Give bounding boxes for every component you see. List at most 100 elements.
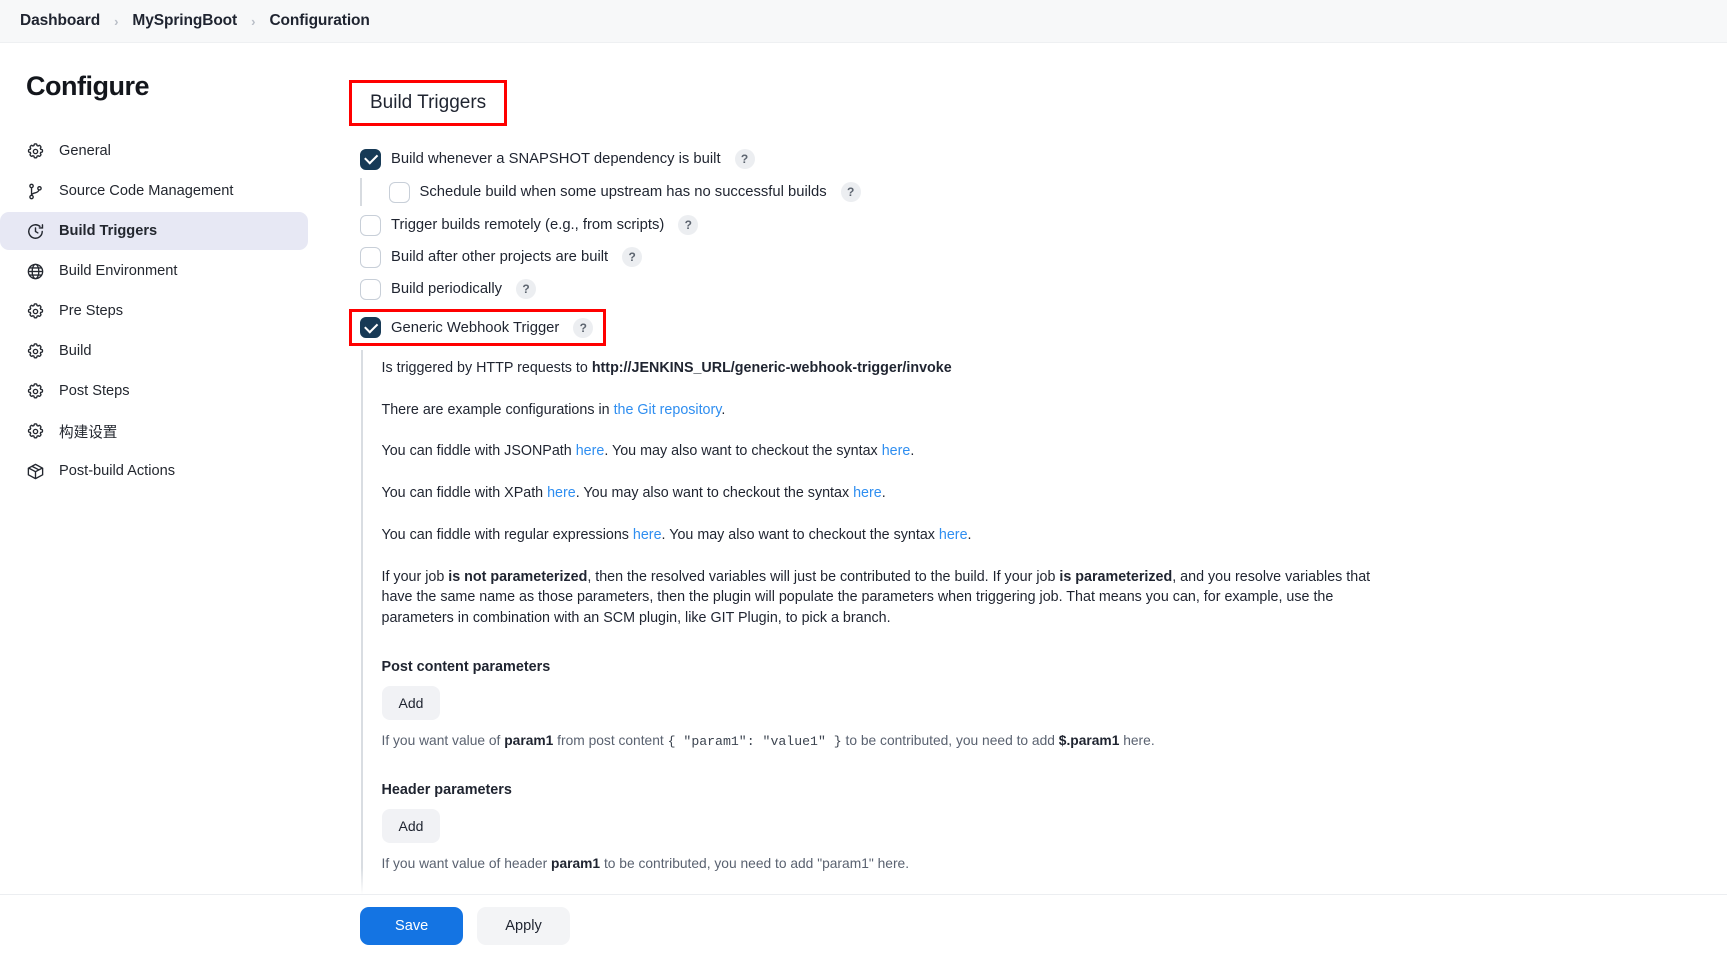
branch-icon xyxy=(26,182,45,201)
trigger-label: Schedule build when some upstream has no… xyxy=(419,184,827,200)
breadcrumb-separator-icon: › xyxy=(114,13,119,29)
section-title-annotation: Build Triggers xyxy=(348,80,508,126)
hint-text-1: If you want value of header xyxy=(381,855,552,871)
sidebar-item-label: Post Steps xyxy=(59,383,130,399)
xpath-fiddle-link[interactable]: here xyxy=(547,485,576,501)
main-content: Build Triggers Build whenever a SNAPSHOT… xyxy=(340,43,1727,956)
apply-button[interactable]: Apply xyxy=(477,906,570,945)
jsonpath-syntax-link[interactable]: here xyxy=(882,443,911,459)
jsonpath-suffix: . xyxy=(910,443,915,460)
help-icon[interactable]: ? xyxy=(622,247,643,267)
trigger-row-snapshot-dependency[interactable]: Build whenever a SNAPSHOT dependency is … xyxy=(360,143,1640,175)
header-parameters-hint: If you want value of header param1 to be… xyxy=(382,854,1373,875)
webhook-examples-line: There are example configurations in the … xyxy=(382,400,1373,421)
checkbox-snapshot-dependency[interactable] xyxy=(360,148,381,170)
jsonpath-fiddle-link[interactable]: here xyxy=(576,443,605,459)
indent-guide xyxy=(360,178,362,206)
trigger-label: Build after other projects are built xyxy=(391,249,609,265)
gear-icon xyxy=(26,342,45,361)
sidebar-item-post-steps[interactable]: Post Steps xyxy=(0,372,308,410)
sidebar-item-build-triggers[interactable]: Build Triggers xyxy=(0,212,308,250)
breadcrumb-item-myspringboot[interactable]: MySpringBoot xyxy=(128,12,241,30)
configure-page: Dashboard › MySpringBoot › Configuration… xyxy=(0,0,1727,956)
breadcrumb: Dashboard › MySpringBoot › Configuration xyxy=(0,0,1727,43)
trigger-row-schedule-upstream[interactable]: Schedule build when some upstream has no… xyxy=(360,175,1640,209)
sidebar-item-general[interactable]: General xyxy=(0,132,308,170)
post-content-parameters-hint: If you want value of param1 from post co… xyxy=(382,731,1373,752)
checkbox-schedule-upstream[interactable] xyxy=(388,181,410,203)
sidebar-item-post-build-actions[interactable]: Post-build Actions xyxy=(0,452,308,490)
param-text-2: , then the resolved variables will just … xyxy=(587,568,1060,585)
hint-text-2: to be contributed, you need to add "para… xyxy=(600,855,910,871)
trigger-row-build-periodically[interactable]: Build periodically ? xyxy=(360,273,1640,305)
sidebar-item-source-code-management[interactable]: Source Code Management xyxy=(0,172,308,210)
breadcrumb-item-dashboard[interactable]: Dashboard xyxy=(16,12,104,30)
generic-webhook-panel: Is triggered by HTTP requests to http://… xyxy=(340,350,1640,956)
sidebar-item-label: Build Triggers xyxy=(59,223,158,239)
webhook-jsonpath-line: You can fiddle with JSONPath here. You m… xyxy=(382,441,1373,462)
xpath-syntax-link[interactable]: here xyxy=(853,485,882,501)
trigger-row-build-after-projects[interactable]: Build after other projects are built ? xyxy=(360,241,1640,273)
sidebar-item-build-settings-cn[interactable]: 构建设置 xyxy=(0,412,308,450)
regex-suffix: . xyxy=(967,526,972,543)
webhook-regex-line: You can fiddle with regular expressions … xyxy=(382,525,1373,546)
param-bold-is-parameterized: is parameterized xyxy=(1059,568,1173,585)
help-icon[interactable]: ? xyxy=(678,215,699,235)
trigger-label: Trigger builds remotely (e.g., from scri… xyxy=(391,217,665,233)
sidebar-item-label: Build xyxy=(59,343,92,359)
trigger-row-generic-webhook[interactable]: Generic Webhook Trigger ? xyxy=(348,309,1640,346)
trigger-row-trigger-remotely[interactable]: Trigger builds remotely (e.g., from scri… xyxy=(360,209,1640,241)
hint-code-sample: { "param1": "value1" } xyxy=(667,733,842,749)
hint-text-2: from post content xyxy=(553,732,668,748)
xpath-mid: . You may also want to checkout the synt… xyxy=(575,485,854,502)
sidebar-item-build-environment[interactable]: Build Environment xyxy=(0,252,308,290)
checkbox-build-after-projects[interactable] xyxy=(360,246,381,268)
checkbox-build-periodically[interactable] xyxy=(360,278,381,300)
help-icon[interactable]: ? xyxy=(516,279,537,299)
add-header-parameter-button[interactable]: Add xyxy=(381,808,441,843)
sidebar-item-label: Post-build Actions xyxy=(59,463,176,479)
jsonpath-mid: . You may also want to checkout the synt… xyxy=(604,443,882,460)
checkbox-generic-webhook-trigger[interactable] xyxy=(360,317,381,338)
trigger-url-value: http://JENKINS_URL/generic-webhook-trigg… xyxy=(591,360,952,376)
webhook-trigger-url-line: Is triggered by HTTP requests to http://… xyxy=(382,358,1373,379)
checkbox-trigger-remotely[interactable] xyxy=(360,214,381,236)
page-section-title: Build Triggers xyxy=(370,92,487,113)
trigger-label: Build whenever a SNAPSHOT dependency is … xyxy=(391,151,721,167)
save-button[interactable]: Save xyxy=(360,906,464,945)
post-content-parameters-heading: Post content parameters xyxy=(381,658,551,675)
gear-icon xyxy=(26,142,45,161)
help-icon[interactable]: ? xyxy=(573,317,594,338)
examples-suffix: . xyxy=(721,401,726,418)
xpath-suffix: . xyxy=(881,485,886,502)
jsonpath-prefix: You can fiddle with JSONPath xyxy=(381,443,576,460)
clock-icon xyxy=(26,222,45,241)
examples-prefix: There are example configurations in xyxy=(381,401,614,418)
regex-fiddle-link[interactable]: here xyxy=(633,527,662,543)
regex-syntax-link[interactable]: here xyxy=(939,527,968,543)
help-icon[interactable]: ? xyxy=(840,182,861,202)
box-icon xyxy=(26,462,45,481)
git-repository-link[interactable]: the Git repository xyxy=(614,402,722,418)
sidebar-item-build[interactable]: Build xyxy=(0,332,308,370)
generic-webhook-annotation: Generic Webhook Trigger ? xyxy=(348,309,607,346)
param-text-1: If your job xyxy=(381,568,449,585)
breadcrumb-item-configuration[interactable]: Configuration xyxy=(265,12,373,30)
webhook-xpath-line: You can fiddle with XPath here. You may … xyxy=(382,483,1373,504)
sidebar-item-pre-steps[interactable]: Pre Steps xyxy=(0,292,308,330)
gear-icon xyxy=(26,302,45,321)
gear-icon xyxy=(26,382,45,401)
gear-icon xyxy=(26,422,45,441)
add-post-content-parameter-button[interactable]: Add xyxy=(381,685,441,720)
hint-bold-param1: param1 xyxy=(504,732,554,748)
sidebar: Configure General Source Code Management xyxy=(0,43,340,956)
build-triggers-list: Build whenever a SNAPSHOT dependency is … xyxy=(340,143,1640,346)
param-bold-not-parameterized: is not parameterized xyxy=(448,568,588,585)
sidebar-item-label: Source Code Management xyxy=(59,183,234,199)
globe-icon xyxy=(26,262,45,281)
trigger-label: Build periodically xyxy=(391,281,503,297)
webhook-parameterized-paragraph: If your job is not parameterized, then t… xyxy=(382,567,1373,629)
sidebar-item-label: General xyxy=(59,143,111,159)
help-icon[interactable]: ? xyxy=(734,149,755,169)
sidebar-item-label: Build Environment xyxy=(59,263,178,279)
